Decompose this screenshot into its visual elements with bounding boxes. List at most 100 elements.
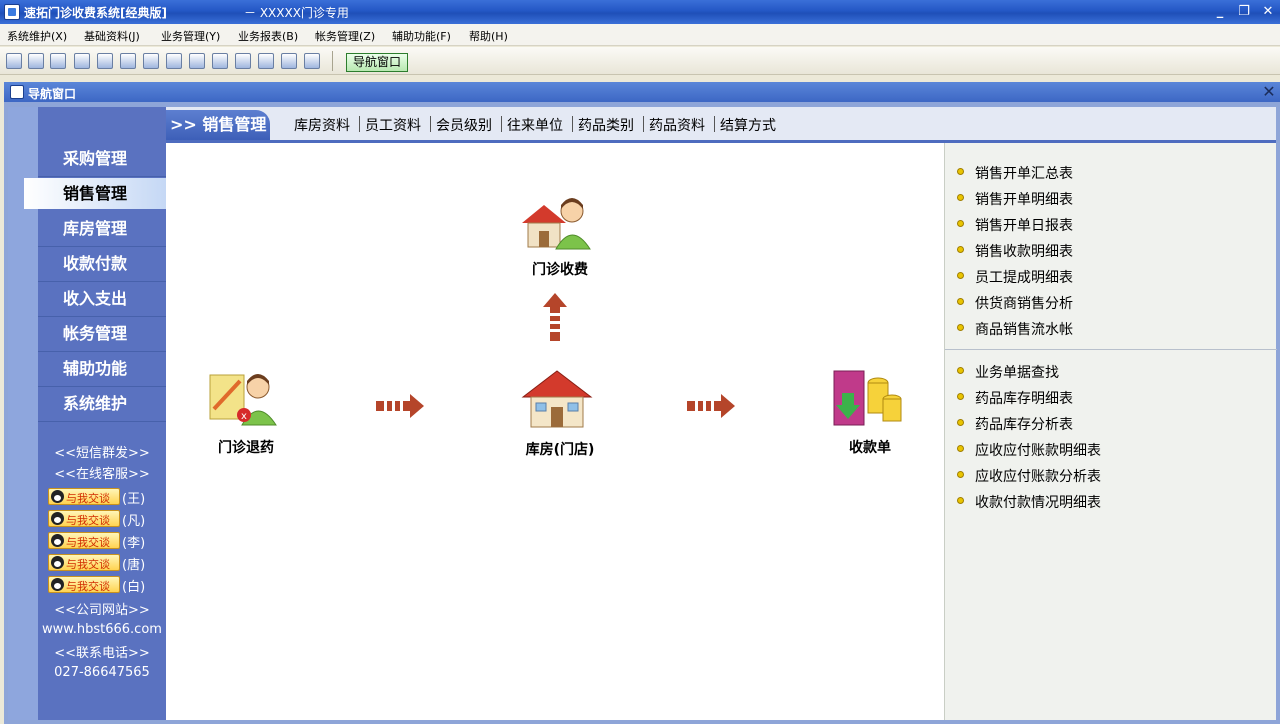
toolbar-icon-2[interactable] (28, 53, 44, 69)
qq-contact-name: (白) (122, 580, 146, 595)
tab-settlement-method[interactable]: 结算方式 (720, 115, 776, 135)
flow-label-receipt: 收款单 (849, 440, 891, 456)
tab-separator (714, 116, 715, 132)
nav-window-titlebar: 导航窗口 ✕ (4, 82, 1280, 102)
sms-link[interactable]: <<短信群发>> (38, 442, 166, 461)
sidebar-item-auxiliary[interactable]: 辅助功能 (24, 353, 166, 387)
arrow-right-icon (687, 394, 735, 418)
menu-bar: 系统维护(X) 基础资料(J) 业务管理(Y) 业务报表(B) 帐务管理(Z) … (0, 24, 1280, 46)
coins-ledger-icon (833, 370, 902, 426)
qq-chat-badge[interactable]: 与我交谈 (48, 576, 120, 593)
tab-staff-data[interactable]: 员工资料 (365, 115, 421, 135)
sidebar-item-accounts[interactable]: 帐务管理 (24, 318, 166, 352)
menu-business[interactable]: 业务管理(Y) (161, 28, 220, 44)
flow-node-receipt[interactable]: 收款单 (830, 369, 904, 456)
website-label: <<公司网站>> (54, 603, 150, 618)
toolbar-icon-9[interactable] (189, 53, 205, 69)
return-form-person-icon: x (209, 374, 277, 426)
qq-contact-name: (王) (122, 492, 146, 507)
toolbar-icon-6[interactable] (120, 53, 136, 69)
divider (38, 421, 166, 422)
sidebar-item-purchase[interactable]: 采购管理 (24, 143, 166, 177)
menu-help[interactable]: 帮助(H) (469, 28, 508, 44)
sidebar-item-system[interactable]: 系统维护 (24, 388, 166, 422)
close-button[interactable]: ✕ (1258, 2, 1278, 22)
window-titlebar: 速拓门诊收费系统[经典版] － XXXXX门诊专用 _ ❐ ✕ (0, 0, 1280, 24)
tab-separator (430, 116, 431, 132)
house-icon (521, 370, 593, 428)
divider (38, 316, 166, 317)
nav-window-button[interactable]: 导航窗口 (346, 53, 408, 72)
bullet-icon (957, 324, 964, 331)
qq-chat-badge[interactable]: 与我交谈 (48, 554, 120, 571)
tab-warehouse-data[interactable]: 库房资料 (294, 115, 350, 135)
tab-member-level[interactable]: 会员级别 (436, 115, 492, 135)
tab-sales-management[interactable]: >> 销售管理 (166, 110, 270, 140)
help-icon[interactable] (281, 53, 297, 69)
divider (38, 386, 166, 387)
qq-contact-name: (李) (122, 536, 146, 551)
website-link[interactable]: www.hbst666.com (38, 622, 166, 637)
bullet-icon (957, 220, 964, 227)
bullet-icon (957, 246, 964, 253)
flow-node-warehouse-store[interactable]: 库房(门店) (520, 369, 594, 458)
toolbar-icon-1[interactable] (6, 53, 22, 69)
bullet-icon (957, 419, 964, 426)
report-panel: 销售开单汇总表 销售开单明细表 销售开单日报表 销售收款明细表 员工提成明细表 … (944, 143, 1277, 720)
toolbar-icon-3[interactable] (50, 53, 66, 69)
bullet-icon (957, 194, 964, 201)
tab-drug-data[interactable]: 药品资料 (649, 115, 705, 135)
bullet-icon (957, 497, 964, 504)
minimize-button[interactable]: _ (1210, 2, 1230, 22)
arrow-up-icon (543, 293, 567, 341)
report-divider (945, 349, 1277, 350)
print-icon[interactable] (258, 53, 274, 69)
nav-window-title: 导航窗口 (28, 87, 77, 101)
tab-partners[interactable]: 往来单位 (507, 115, 563, 135)
toolbar-icon-4[interactable] (74, 53, 90, 69)
toolbar-icon-5[interactable] (97, 53, 113, 69)
qq-chat-badge[interactable]: 与我交谈 (48, 532, 120, 549)
sidebar-item-label: 库房管理 (62, 219, 127, 238)
restore-button[interactable]: ❐ (1234, 2, 1254, 22)
arrow-right-icon (376, 394, 424, 418)
qq-chat-badge[interactable]: 与我交谈 (48, 488, 120, 505)
sidebar-item-label: 辅助功能 (62, 359, 127, 378)
sidebar: 采购管理 销售管理 库房管理 收款付款 收入支出 帐务管理 辅助功能 系统维护 … (8, 107, 166, 720)
menu-system[interactable]: 系统维护(X) (7, 28, 67, 44)
divider (38, 246, 166, 247)
divider (38, 281, 166, 282)
toolbar-icon-7[interactable] (143, 53, 159, 69)
flow-node-drug-return[interactable]: x 门诊退药 (206, 369, 280, 456)
menu-basic-data[interactable]: 基础资料(J) (84, 28, 140, 44)
module-tabbar: >> 销售管理 库房资料 员工资料 会员级别 往来单位 药品类别 药品资料 结算… (166, 107, 1276, 143)
menu-accounts[interactable]: 帐务管理(Z) (315, 28, 375, 44)
menu-auxiliary[interactable]: 辅助功能(F) (392, 28, 451, 44)
exit-icon[interactable] (304, 53, 320, 69)
menu-reports[interactable]: 业务报表(B) (238, 28, 298, 44)
sidebar-item-warehouse[interactable]: 库房管理 (24, 213, 166, 247)
sidebar-item-income-expense[interactable]: 收入支出 (24, 283, 166, 317)
save-icon[interactable] (235, 53, 251, 69)
flow-label-outpatient-charge: 门诊收费 (532, 262, 588, 278)
svg-text:x: x (241, 411, 247, 422)
tab-separator (643, 116, 644, 132)
tab-drug-category[interactable]: 药品类别 (578, 115, 634, 135)
app-icon (4, 4, 20, 20)
toolbar-icon-8[interactable] (166, 53, 182, 69)
qq-penguin-icon (51, 490, 64, 503)
sidebar-item-payments[interactable]: 收款付款 (24, 248, 166, 282)
bullet-icon (957, 298, 964, 305)
qq-chat-badge[interactable]: 与我交谈 (48, 510, 120, 527)
window-title: 速拓门诊收费系统[经典版] (24, 6, 167, 20)
flow-node-outpatient-charge[interactable]: 门诊收费 (520, 193, 594, 278)
nav-window-close-button[interactable]: ✕ (1260, 82, 1278, 102)
online-service-link[interactable]: <<在线客服>> (38, 463, 166, 482)
qq-penguin-icon (51, 578, 64, 591)
sidebar-item-sales[interactable]: 销售管理 (24, 178, 166, 209)
toolbar-separator (332, 51, 333, 71)
toolbar-icon-10[interactable] (212, 53, 228, 69)
toolbar (0, 47, 1280, 75)
bullet-icon (957, 272, 964, 279)
divider (38, 176, 166, 177)
